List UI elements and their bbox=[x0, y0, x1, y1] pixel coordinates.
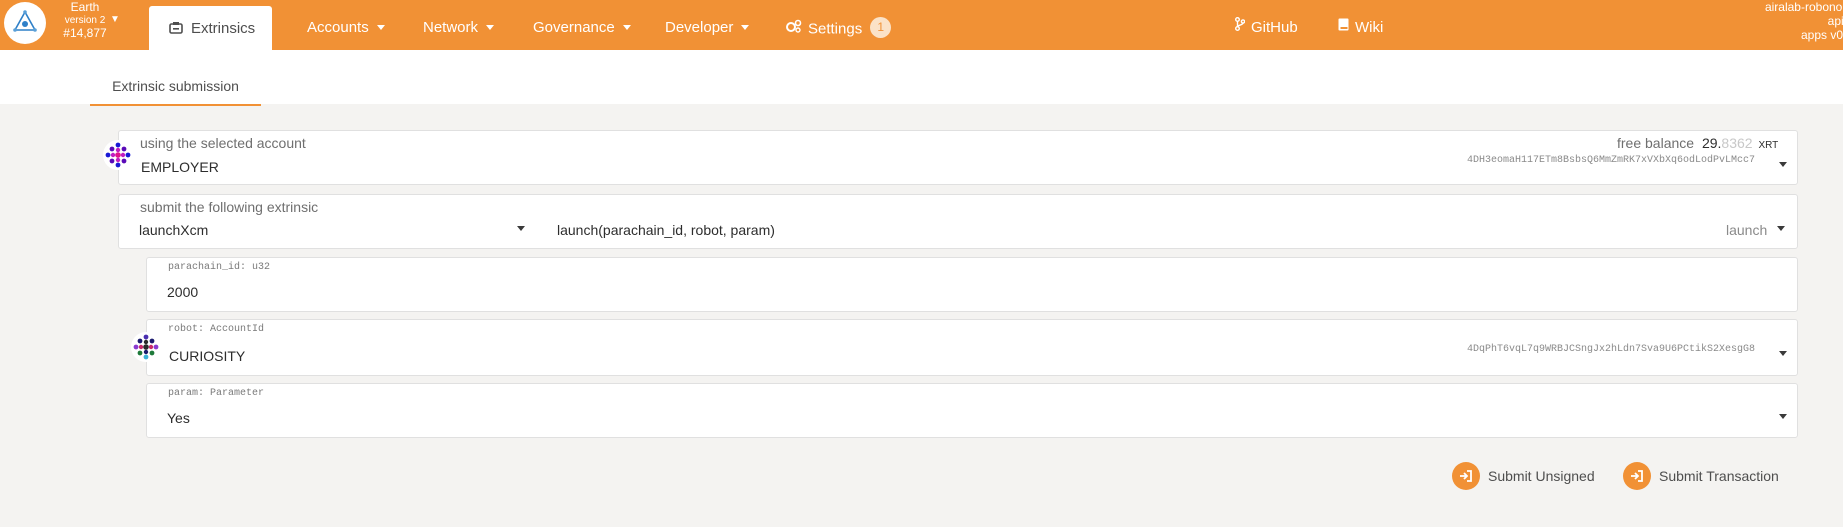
param-value: Yes bbox=[167, 410, 190, 426]
extrinsic-call-select[interactable]: launchXcm bbox=[139, 222, 208, 238]
apps-version: apps v0 bbox=[1800, 28, 1843, 42]
nav-settings[interactable]: Settings 1 bbox=[785, 17, 892, 40]
nav-governance-label: Governance bbox=[533, 19, 615, 36]
free-balance: free balance 29.8362 XRT bbox=[1617, 135, 1778, 151]
nav-tab-extrinsics-label: Extrinsics bbox=[191, 20, 256, 37]
top-bar: Earth version 2 #14,877 ▼ Extrinsics Acc… bbox=[0, 0, 1843, 50]
nav-github-label: GitHub bbox=[1251, 19, 1298, 36]
account-label: using the selected account bbox=[140, 135, 306, 151]
gears-icon bbox=[785, 19, 802, 37]
balance-integer: 29. bbox=[1701, 135, 1722, 151]
dropdown-caret-icon bbox=[1779, 162, 1787, 167]
chain-logo bbox=[4, 2, 46, 44]
caret-down-icon bbox=[486, 24, 495, 30]
nav-network-label: Network bbox=[423, 19, 479, 36]
balance-decimals: 8362 bbox=[1721, 135, 1753, 151]
dropdown-caret-icon bbox=[1779, 414, 1787, 419]
node-name: airalab-robonomics bbox=[1764, 0, 1843, 14]
account-identicon-avatar bbox=[103, 140, 133, 170]
chain-block-number: #14,877 bbox=[63, 26, 107, 40]
nav-developer-label: Developer bbox=[665, 19, 734, 36]
sign-in-icon bbox=[1623, 462, 1651, 490]
param-select[interactable]: param: Parameter Yes bbox=[146, 383, 1798, 438]
extrinsic-section[interactable]: launch bbox=[1726, 222, 1767, 238]
api-info: airalab-robonomics api v apps v0 bbox=[1705, 0, 1843, 42]
parachain-id-label: parachain_id: u32 bbox=[168, 262, 271, 273]
caret-down-icon bbox=[622, 24, 631, 30]
robot-label: robot: AccountId bbox=[168, 324, 265, 335]
caret-down-icon bbox=[741, 24, 750, 30]
nav-settings-label: Settings bbox=[808, 20, 863, 38]
nav-github[interactable]: GitHub bbox=[1235, 17, 1298, 37]
parachain-id-value: 2000 bbox=[167, 284, 199, 300]
extrinsics-icon bbox=[169, 21, 183, 39]
nav-accounts-label: Accounts bbox=[307, 19, 369, 36]
nav-governance[interactable]: Governance bbox=[533, 19, 631, 36]
extrinsic-selector: submit the following extrinsic launchXcm… bbox=[118, 194, 1798, 249]
submit-transaction-button[interactable]: Submit Transaction bbox=[1623, 462, 1779, 490]
nav-accounts[interactable]: Accounts bbox=[307, 19, 385, 36]
parachain-id-input[interactable]: parachain_id: u32 2000 bbox=[146, 257, 1798, 312]
param-label: param: Parameter bbox=[168, 388, 265, 399]
chevron-down-icon: ▼ bbox=[110, 14, 120, 25]
nav-wiki[interactable]: Wiki bbox=[1338, 18, 1384, 37]
robot-identicon-avatar bbox=[131, 332, 161, 362]
account-name: EMPLOYER bbox=[141, 159, 219, 175]
account-address: 4DH3eomaH117ETm8BsbsQ6MmZmRK7xVXbXq6odLo… bbox=[1467, 155, 1756, 166]
extrinsic-signature[interactable]: launch(parachain_id, robot, param) bbox=[557, 222, 775, 238]
sign-in-icon bbox=[1452, 462, 1480, 490]
caret-down-icon bbox=[376, 24, 385, 30]
chain-selector[interactable]: Earth version 2 #14,877 ▼ bbox=[0, 0, 140, 50]
balance-unit: XRT bbox=[1758, 140, 1779, 151]
dropdown-caret-icon[interactable] bbox=[1777, 226, 1785, 231]
sub-navigation: Extrinsic submission bbox=[0, 50, 1843, 106]
book-icon bbox=[1338, 18, 1349, 35]
api-version: api v bbox=[1827, 14, 1843, 28]
submit-unsigned-button[interactable]: Submit Unsigned bbox=[1452, 462, 1595, 490]
robot-account-address: 4DqPhT6vqL7q9WRBJCSngJx2hLdn7Sva9U6PCtik… bbox=[1467, 344, 1756, 355]
free-balance-label: free balance bbox=[1617, 135, 1695, 151]
submit-unsigned-label: Submit Unsigned bbox=[1488, 468, 1595, 484]
robot-account-name: CURIOSITY bbox=[169, 348, 246, 364]
nav-developer[interactable]: Developer bbox=[665, 19, 750, 36]
robot-account-selector[interactable]: robot: AccountId CURIOSITY 4DqPhT6vqL7q9… bbox=[146, 319, 1798, 376]
nav-network[interactable]: Network bbox=[423, 19, 495, 36]
extrinsic-label: submit the following extrinsic bbox=[140, 199, 319, 215]
dropdown-caret-icon bbox=[1779, 351, 1787, 356]
submit-transaction-label: Submit Transaction bbox=[1659, 468, 1779, 484]
chain-name: Earth bbox=[70, 0, 100, 14]
nav-wiki-label: Wiki bbox=[1355, 19, 1384, 36]
code-branch-icon bbox=[1235, 17, 1246, 35]
tab-extrinsic-submission[interactable]: Extrinsic submission bbox=[90, 50, 261, 106]
nav-tab-extrinsics[interactable]: Extrinsics bbox=[149, 6, 272, 50]
dropdown-caret-icon[interactable] bbox=[517, 226, 525, 231]
settings-badge: 1 bbox=[870, 17, 892, 38]
account-selector[interactable]: using the selected account EMPLOYER free… bbox=[118, 130, 1798, 185]
